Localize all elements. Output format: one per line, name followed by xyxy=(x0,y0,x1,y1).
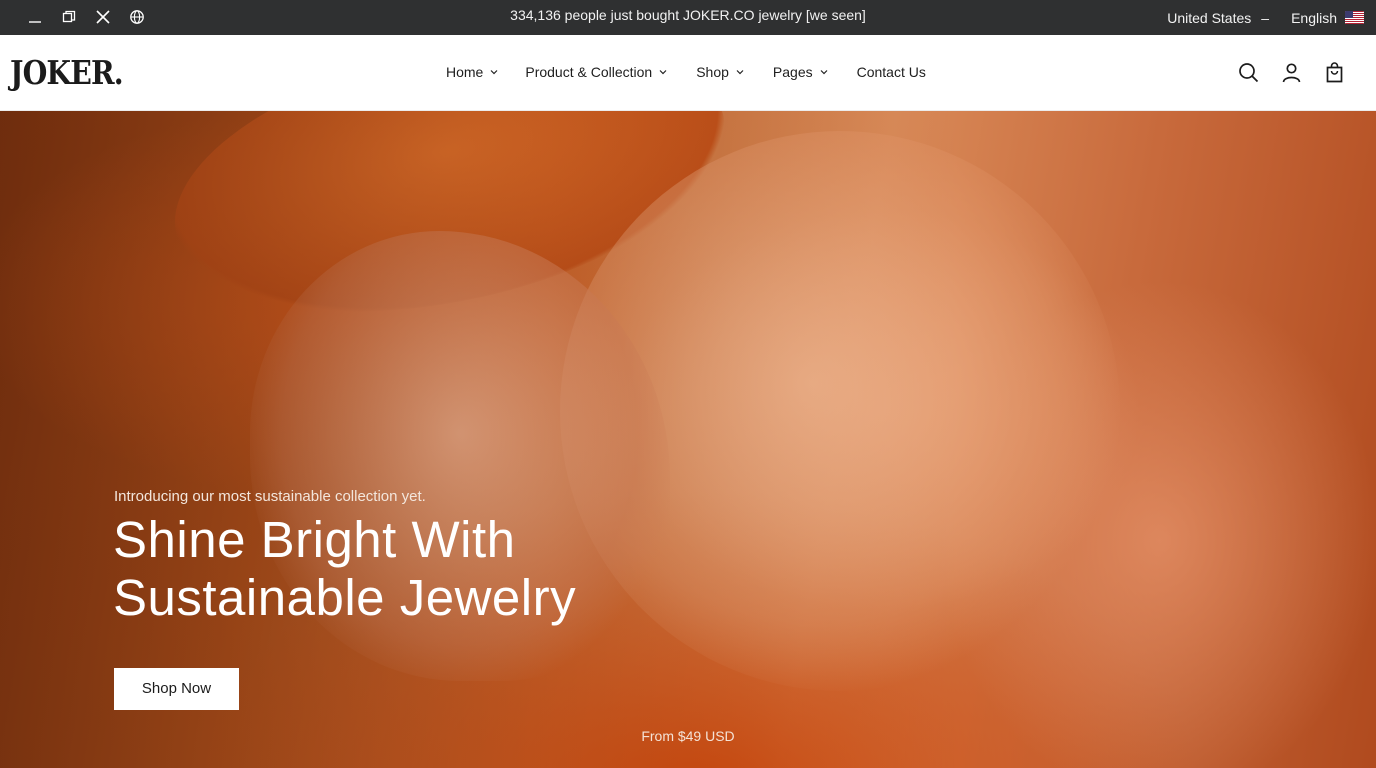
nav-label: Pages xyxy=(772,64,813,80)
nav-item-contact-us[interactable]: Contact Us xyxy=(857,64,926,80)
chevron-down-icon xyxy=(819,67,829,77)
nav-item-product-collection[interactable]: Product & Collection xyxy=(525,64,668,80)
hero-headline-line2: Sustainable Jewelry xyxy=(113,569,577,626)
hero-headline-line1: Shine Bright With xyxy=(113,511,516,568)
locale-selector[interactable]: United States – English xyxy=(1167,0,1364,35)
header-actions xyxy=(1237,61,1346,84)
chevron-down-icon xyxy=(489,67,499,77)
main-nav: Home Product & Collection Shop Pages Con… xyxy=(446,64,926,80)
hero-price: From $49 USD xyxy=(641,728,735,744)
account-icon[interactable] xyxy=(1280,61,1303,84)
nav-item-home[interactable]: Home xyxy=(446,64,499,80)
site-header: JOKER. Home Product & Collection Shop Pa… xyxy=(0,35,1376,111)
nav-label: Product & Collection xyxy=(525,64,653,80)
hero-banner: Introducing our most sustainable collect… xyxy=(0,111,1376,768)
cart-icon[interactable] xyxy=(1323,61,1346,84)
announcement-bar: 334,136 people just bought JOKER.CO jewe… xyxy=(0,0,1376,35)
nav-item-shop[interactable]: Shop xyxy=(696,64,745,80)
nav-label: Home xyxy=(446,64,484,80)
chevron-down-icon xyxy=(735,67,745,77)
nav-label: Shop xyxy=(696,64,729,80)
hero-headline: Shine Bright With Sustainable Jewelry xyxy=(113,511,673,627)
nav-item-pages[interactable]: Pages xyxy=(773,64,829,80)
language-selector[interactable]: English xyxy=(1291,10,1337,26)
country-selector[interactable]: United States xyxy=(1167,10,1251,26)
locale-separator: – xyxy=(1261,9,1270,26)
hero-intro: Introducing our most sustainable collect… xyxy=(114,488,426,505)
nav-label: Contact Us xyxy=(856,64,926,80)
shop-now-button[interactable]: Shop Now xyxy=(114,668,239,710)
search-icon[interactable] xyxy=(1237,61,1260,84)
site-logo[interactable]: JOKER. xyxy=(10,53,124,92)
chevron-down-icon xyxy=(658,67,668,77)
us-flag-icon xyxy=(1345,11,1364,24)
